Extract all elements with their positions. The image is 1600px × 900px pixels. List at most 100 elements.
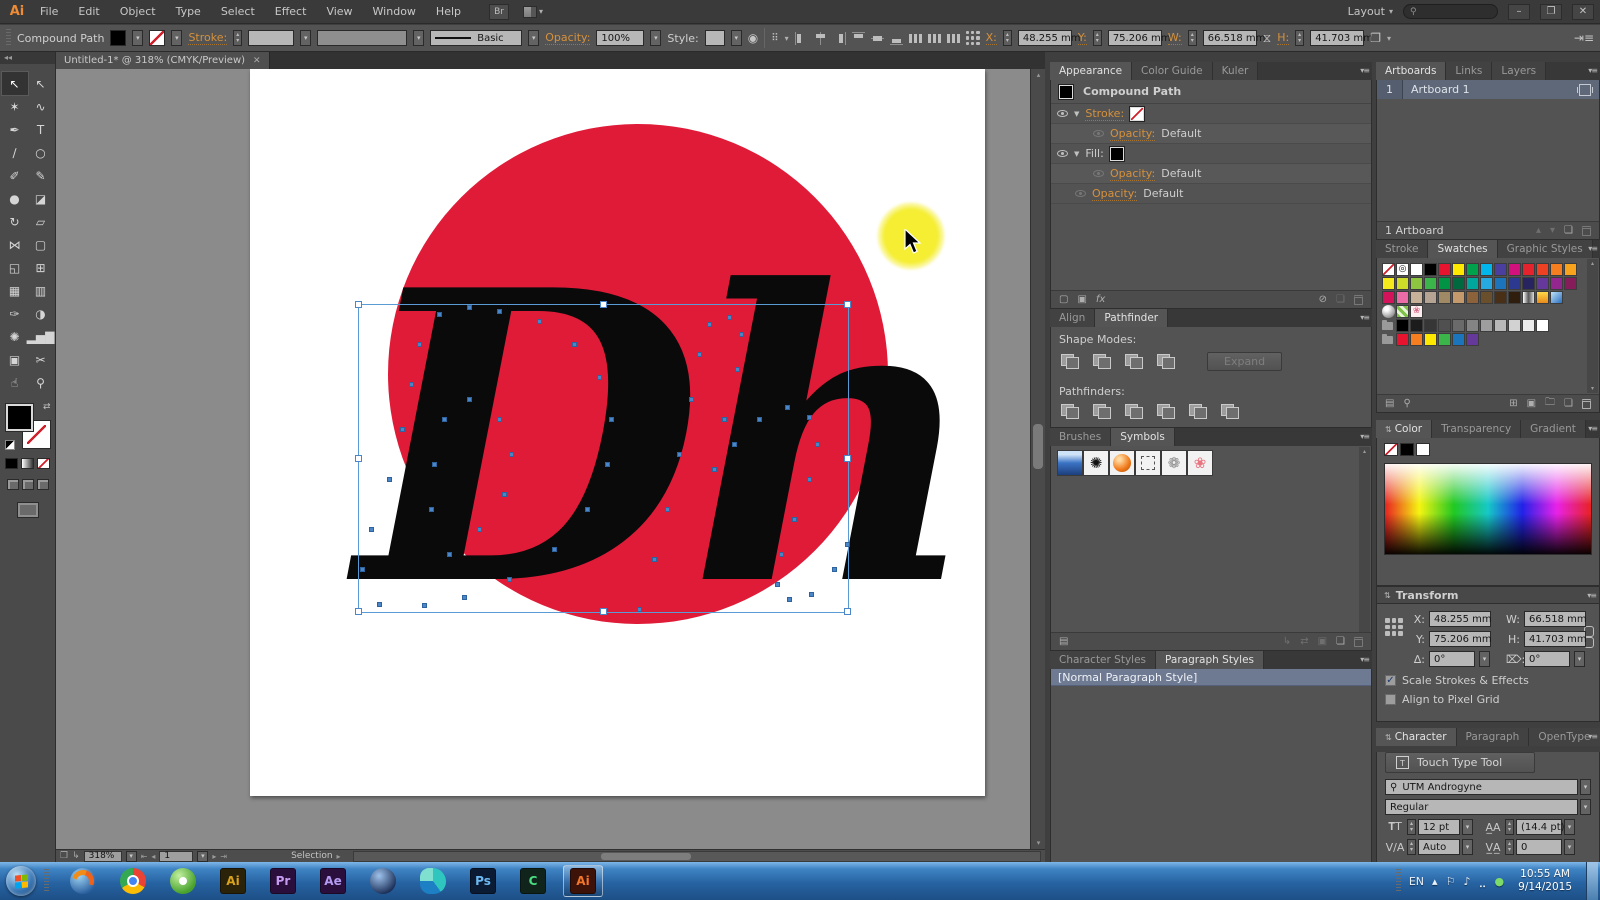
anchor-point[interactable] <box>807 477 812 482</box>
next-artboard-icon[interactable]: ▸ <box>212 852 216 861</box>
h-field[interactable]: 41.703 mm <box>1310 30 1364 46</box>
transform-value-field[interactable]: 48.255 mm <box>1429 611 1491 627</box>
swatch[interactable] <box>1438 291 1451 304</box>
arrange-documents-button[interactable]: ▾ <box>523 6 543 18</box>
artboards-tab-layers[interactable]: Layers <box>1492 62 1546 80</box>
pencil-tool[interactable]: ✎ <box>28 164 54 187</box>
appearance-row[interactable]: ▼ Stroke: <box>1051 104 1371 124</box>
panel-menu-icon[interactable]: ▾≡ <box>1588 424 1597 433</box>
swatch[interactable] <box>1410 291 1423 304</box>
bbox-handle[interactable] <box>600 301 607 308</box>
collapse-toolbar-button[interactable]: ◂◂ <box>0 52 55 64</box>
perspective-grid-tool[interactable]: ⊞ <box>28 256 54 279</box>
free-transform-tool[interactable]: ▢ <box>28 233 54 256</box>
panel-menu-icon[interactable]: ▾≡ <box>1587 591 1596 600</box>
kerning-stepper[interactable]: ▴▾ <box>1407 839 1416 855</box>
tracking-stepper[interactable]: ▴▾ <box>1505 839 1514 855</box>
pathfinder-minus-back-icon[interactable] <box>1221 404 1239 419</box>
anchor-point[interactable] <box>377 602 382 607</box>
transform-value-field[interactable]: 66.518 mm <box>1524 611 1586 627</box>
font-family-dropdown[interactable]: ▾ <box>1580 779 1591 795</box>
swatch[interactable] <box>1424 277 1437 290</box>
taskbar-camtasia[interactable]: C <box>513 865 553 897</box>
swatch[interactable] <box>1424 305 1437 318</box>
swatch[interactable] <box>1396 319 1409 332</box>
font-style-dropdown[interactable]: ▾ <box>1580 799 1591 815</box>
swatch[interactable] <box>1480 263 1493 276</box>
anchor-point[interactable] <box>697 352 702 357</box>
swatch[interactable] <box>1508 333 1521 346</box>
attribute-label[interactable]: Stroke: <box>1085 107 1124 121</box>
appearance-tab-color-guide[interactable]: Color Guide <box>1132 62 1213 80</box>
new-artboard-icon[interactable]: ❏ <box>1564 225 1573 236</box>
anchor-point[interactable] <box>815 442 820 447</box>
font-family-field[interactable]: ⚲ UTM Androgyne <box>1385 779 1578 795</box>
column-graph-tool[interactable]: ▂▅▇ <box>28 325 54 348</box>
anchor-point[interactable] <box>809 592 814 597</box>
anchor-point[interactable] <box>509 452 514 457</box>
swatch[interactable] <box>1396 333 1409 346</box>
anchor-point[interactable] <box>507 577 512 582</box>
menu-type[interactable]: Type <box>166 5 211 18</box>
shape-mode-minus-front-icon[interactable] <box>1093 354 1111 369</box>
scroll-up-icon[interactable]: ▴ <box>1031 69 1046 81</box>
swatch[interactable] <box>1438 263 1451 276</box>
stroke-dropdown[interactable]: ▾ <box>171 30 182 46</box>
anchor-point[interactable] <box>387 477 392 482</box>
rotate-dropdown[interactable]: ▾ <box>1479 651 1490 667</box>
align-left-icon[interactable] <box>795 32 808 45</box>
swatch[interactable] <box>1382 291 1395 304</box>
swatch[interactable] <box>1564 319 1577 332</box>
h-link[interactable]: H: <box>1277 31 1289 45</box>
anchor-point[interactable] <box>727 315 732 320</box>
menu-help[interactable]: Help <box>426 5 471 18</box>
swatch[interactable] <box>1522 291 1535 304</box>
expand-caret-icon[interactable]: ▼ <box>1074 110 1079 118</box>
swatch[interactable] <box>1466 263 1479 276</box>
close-button[interactable]: ✕ <box>1572 4 1594 20</box>
last-artboard-icon[interactable]: ⇥ <box>220 852 227 861</box>
y-stepper[interactable]: ▴▾ <box>1093 30 1102 46</box>
h-stepper[interactable]: ▴▾ <box>1295 30 1304 46</box>
restore-button[interactable]: ❐ <box>1540 4 1562 20</box>
shape-mode-intersect-icon[interactable] <box>1125 354 1143 369</box>
panel-menu-icon[interactable]: ▾≡ <box>1588 66 1597 75</box>
swatch[interactable] <box>1452 263 1465 276</box>
symbol-ink-splat[interactable]: ✺ <box>1083 450 1109 476</box>
swatch[interactable] <box>1438 305 1451 318</box>
pathfinder-merge-icon[interactable] <box>1125 404 1143 419</box>
appearance-row[interactable]: Opacity:Default <box>1051 184 1371 204</box>
swatch[interactable] <box>1396 291 1409 304</box>
font-style-field[interactable]: Regular <box>1385 799 1578 815</box>
expand-caret-icon[interactable]: ▼ <box>1074 150 1079 158</box>
artboard-icon[interactable] <box>1579 84 1591 96</box>
swatch[interactable] <box>1438 333 1451 346</box>
swatches-scrollbar[interactable]: ▴ ▾ <box>1587 259 1598 393</box>
menu-effect[interactable]: Effect <box>265 5 317 18</box>
swatch[interactable] <box>1452 305 1465 318</box>
shape-mode-unite-icon[interactable] <box>1061 354 1079 369</box>
show-swatch-kinds-icon[interactable]: ⊞ <box>1509 398 1517 409</box>
artboards-tab-links[interactable]: Links <box>1446 62 1492 80</box>
pathfinder-tab-align[interactable]: Align <box>1050 309 1095 327</box>
anchor-point[interactable] <box>429 507 434 512</box>
anchor-point[interactable] <box>502 492 507 497</box>
distribute-right-icon[interactable] <box>947 32 960 45</box>
menu-view[interactable]: View <box>316 5 362 18</box>
add-effect-icon[interactable]: fx <box>1096 294 1105 305</box>
rotate-tool[interactable]: ↻ <box>2 210 28 233</box>
swatch[interactable] <box>1536 305 1549 318</box>
transform-value-field[interactable]: 41.703 mm <box>1524 631 1586 647</box>
color-tab-color[interactable]: ⇅Color <box>1376 420 1432 438</box>
hand-tool[interactable]: ☝ <box>2 371 28 394</box>
anchor-point[interactable] <box>787 597 792 602</box>
pen-tool[interactable]: ✒ <box>2 118 28 141</box>
anchor-point[interactable] <box>467 397 472 402</box>
touch-type-tool-button[interactable]: T Touch Type Tool <box>1385 752 1535 773</box>
color-spectrum[interactable] <box>1384 463 1592 555</box>
bbox-handle[interactable] <box>844 301 851 308</box>
swatch[interactable] <box>1536 291 1549 304</box>
pathfinder-outline-icon[interactable] <box>1189 404 1207 419</box>
swatch[interactable] <box>1550 319 1563 332</box>
delete-swatch-icon[interactable] <box>1582 399 1591 409</box>
